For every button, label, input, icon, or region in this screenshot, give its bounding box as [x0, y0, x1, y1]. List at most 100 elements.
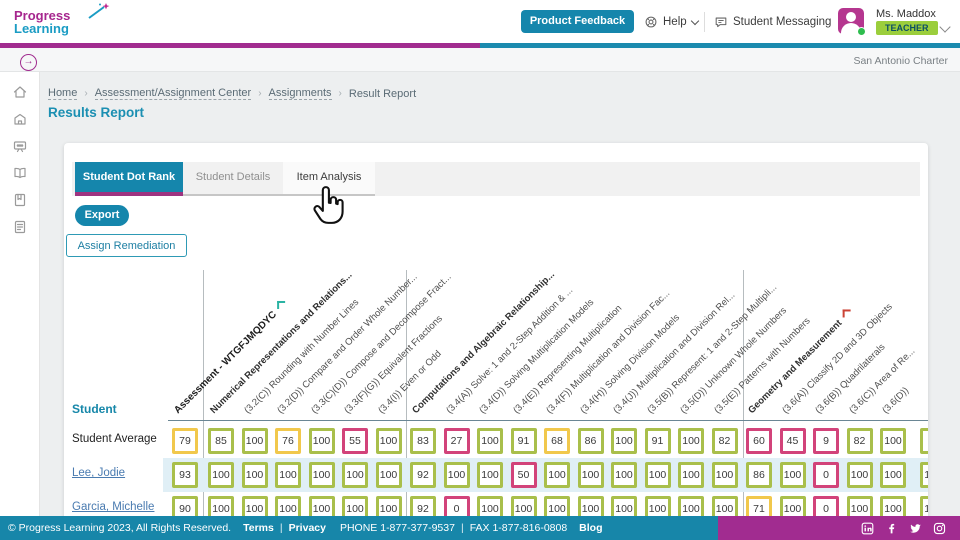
twitter-icon[interactable] [909, 522, 922, 535]
school-icon[interactable] [12, 111, 28, 127]
score-cell: 100 [208, 462, 234, 488]
score-cell: 0 [444, 496, 470, 516]
column-header[interactable]: (3.4(J)) Multiplication and Division Rel… [611, 290, 737, 416]
footer-separator: | [280, 522, 283, 534]
user-menu-chevron[interactable] [941, 18, 949, 36]
score-cell: 45 [780, 428, 806, 454]
student-link[interactable]: Garcia, Michelle [72, 501, 154, 513]
student-messaging-button[interactable]: Student Messaging [714, 13, 831, 31]
help-label: Help [663, 16, 687, 28]
chevron-down-icon [690, 16, 698, 24]
score-cell: 91 [645, 428, 671, 454]
score-cell: 92 [410, 462, 436, 488]
row-label: Student Average [72, 433, 157, 445]
score-cell: 100 [611, 496, 637, 516]
score-cell: 100 [511, 496, 537, 516]
footer-social [718, 516, 960, 540]
footer-left: © Progress Learning 2023, All Rights Res… [0, 516, 718, 540]
logo-star-icon [86, 2, 112, 20]
student-link[interactable]: Lee, Jodie [72, 467, 125, 479]
score-cell: 85 [208, 428, 234, 454]
score-cell: 100 [342, 462, 368, 488]
school-name: San Antonio Charter [853, 55, 948, 67]
privacy-link[interactable]: Privacy [289, 522, 326, 534]
score-cell: 100 [645, 462, 671, 488]
score-cell: 82 [712, 428, 738, 454]
score-cell: 100 [309, 496, 335, 516]
score-cell: 9 [813, 428, 839, 454]
progress-learning-logo[interactable]: Progress Learning [14, 9, 70, 35]
score-cell: 100 [242, 428, 268, 454]
score-cell: 100 [847, 462, 873, 488]
help-menu[interactable]: Help [644, 13, 698, 31]
score-cell: 100 [712, 496, 738, 516]
footer-copyright: © Progress Learning 2023, All Rights Res… [8, 522, 231, 534]
score-cell: 100 [678, 462, 704, 488]
score-cell: 100 [242, 496, 268, 516]
column-header[interactable]: (3.4(F)) Multiplication and Division Fac… [544, 288, 672, 416]
divider [704, 12, 705, 32]
results-report-page: Progress Learning Product Feedback Help … [0, 0, 960, 540]
student-messaging-label: Student Messaging [733, 16, 831, 28]
breadcrumb-separator: › [339, 88, 342, 99]
column-header[interactable]: (3.6(D)) [880, 385, 911, 416]
score-cell: 100 [275, 496, 301, 516]
score-cell: 76 [275, 428, 301, 454]
score-cell: 71 [746, 496, 772, 516]
study-plan-icon[interactable] [12, 192, 28, 208]
role-badge[interactable]: TEACHER [876, 21, 938, 35]
score-cell: 100 [920, 462, 928, 488]
logo-line2: Learning [14, 22, 70, 35]
breadcrumb-home[interactable]: Home [48, 87, 77, 100]
footer-phone: PHONE 1-877-377-9537 [340, 522, 455, 534]
instagram-icon[interactable] [933, 522, 946, 535]
score-cell: 27 [444, 428, 470, 454]
expand-corner-icon[interactable] [842, 310, 850, 318]
breadcrumb: Home › Assessment/Assignment Center › As… [48, 87, 416, 100]
score-cell: 100 [645, 496, 671, 516]
footer-separator: | [461, 522, 464, 534]
product-feedback-button[interactable]: Product Feedback [521, 10, 634, 33]
score-cell: 100 [678, 428, 704, 454]
facebook-icon[interactable] [885, 522, 898, 535]
sidebar-expand-icon[interactable]: → [20, 54, 37, 71]
score-cell: 100 [611, 462, 637, 488]
breadcrumb-assignments[interactable]: Assignments [269, 87, 332, 100]
home-icon[interactable] [12, 84, 28, 100]
score-cell: 92 [410, 496, 436, 516]
breadcrumb-separator: › [84, 88, 87, 99]
top-bar: Progress Learning Product Feedback Help … [0, 0, 960, 43]
column-header[interactable]: (3.4(I)) Even or Odd [376, 348, 444, 416]
score-cell: 90 [172, 496, 198, 516]
score-cell: 100 [376, 428, 402, 454]
score-cell: 100 [275, 462, 301, 488]
score-cell: 0 [813, 496, 839, 516]
avatar-head [846, 12, 856, 22]
linkedin-icon[interactable] [861, 522, 874, 535]
score-cell: 100 [376, 496, 402, 516]
score-cell: 100 [678, 496, 704, 516]
breadcrumb-assessment-center[interactable]: Assessment/Assignment Center [95, 87, 252, 100]
student-column-header: Student [72, 402, 117, 416]
footer: © Progress Learning 2023, All Rights Res… [0, 516, 960, 540]
blog-link[interactable]: Blog [579, 522, 602, 534]
classes-icon[interactable] [12, 138, 28, 154]
expand-corner-icon[interactable] [277, 301, 285, 309]
score-cell: 100 [920, 496, 928, 516]
score-cell: 100 [242, 462, 268, 488]
footer-fax: FAX 1-877-816-0808 [470, 522, 567, 534]
terms-link[interactable]: Terms [243, 522, 274, 534]
breadcrumb-separator: › [258, 88, 261, 99]
score-cell: 55 [342, 428, 368, 454]
assignments-icon[interactable] [12, 219, 28, 235]
speech-bubble-icon [714, 15, 728, 29]
open-book-icon[interactable] [12, 165, 28, 181]
avatar[interactable] [838, 8, 864, 34]
score-cell: 100 [544, 496, 570, 516]
score-cell: 100 [847, 496, 873, 516]
help-gear-icon [644, 15, 658, 29]
score-cell: 100 [477, 428, 503, 454]
score-cell: 100 [880, 428, 906, 454]
score-cell: 83 [410, 428, 436, 454]
dot-rank-table: Student Assessment - WTGFJMQDYCNumerical… [64, 143, 928, 516]
